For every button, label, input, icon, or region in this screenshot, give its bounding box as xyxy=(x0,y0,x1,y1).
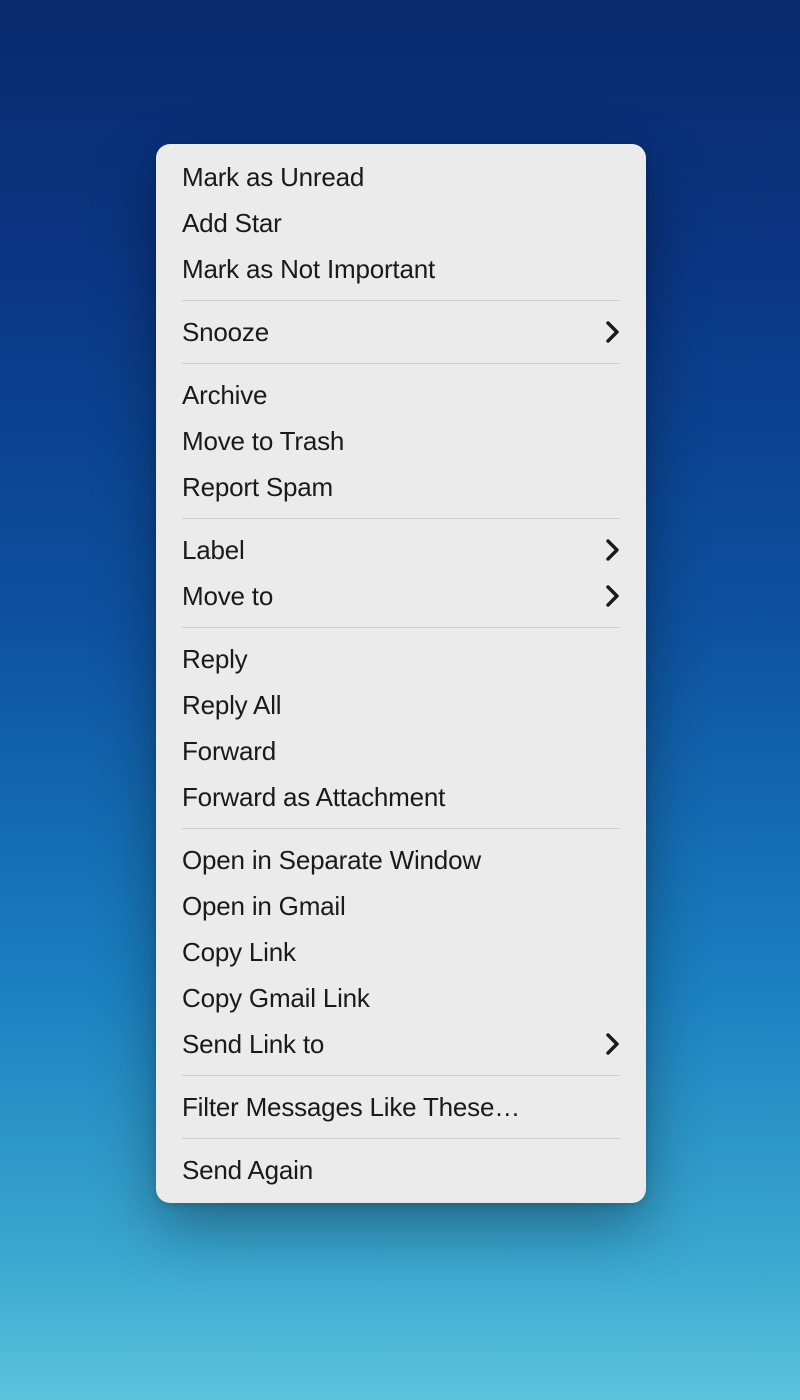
menu-item-label: Filter Messages Like These… xyxy=(182,1092,620,1123)
menu-item-label: Report Spam xyxy=(182,472,620,503)
menu-item-forward[interactable]: Forward xyxy=(182,728,620,774)
chevron-right-icon xyxy=(606,585,620,607)
menu-separator xyxy=(182,300,620,301)
menu-item-label: Send Again xyxy=(182,1155,620,1186)
menu-item-add-star[interactable]: Add Star xyxy=(182,200,620,246)
menu-item-open-in-gmail[interactable]: Open in Gmail xyxy=(182,883,620,929)
menu-separator xyxy=(182,1075,620,1076)
menu-item-label: Open in Gmail xyxy=(182,891,620,922)
menu-item-label: Move to Trash xyxy=(182,426,620,457)
menu-group: Label Move to xyxy=(156,527,646,619)
menu-group: Snooze xyxy=(156,309,646,355)
menu-item-label[interactable]: Label xyxy=(182,527,620,573)
menu-group: Mark as Unread Add Star Mark as Not Impo… xyxy=(156,154,646,292)
menu-item-label: Open in Separate Window xyxy=(182,845,620,876)
menu-group: Open in Separate Window Open in Gmail Co… xyxy=(156,837,646,1067)
menu-item-label-text: Label xyxy=(182,535,606,566)
menu-separator xyxy=(182,828,620,829)
menu-separator xyxy=(182,1138,620,1139)
chevron-right-icon xyxy=(606,539,620,561)
menu-item-label: Archive xyxy=(182,380,620,411)
menu-item-reply-all[interactable]: Reply All xyxy=(182,682,620,728)
menu-item-copy-gmail-link[interactable]: Copy Gmail Link xyxy=(182,975,620,1021)
menu-item-label: Mark as Unread xyxy=(182,162,620,193)
menu-item-copy-link[interactable]: Copy Link xyxy=(182,929,620,975)
menu-item-label: Move to xyxy=(182,581,606,612)
menu-item-label: Copy Gmail Link xyxy=(182,983,620,1014)
menu-item-label: Snooze xyxy=(182,317,606,348)
menu-item-move-to-trash[interactable]: Move to Trash xyxy=(182,418,620,464)
menu-group: Reply Reply All Forward Forward as Attac… xyxy=(156,636,646,820)
menu-separator xyxy=(182,627,620,628)
menu-group: Send Again xyxy=(156,1147,646,1193)
menu-group: Archive Move to Trash Report Spam xyxy=(156,372,646,510)
menu-item-label: Reply xyxy=(182,644,620,675)
menu-separator xyxy=(182,363,620,364)
menu-item-filter-messages-like-these[interactable]: Filter Messages Like These… xyxy=(182,1084,620,1130)
menu-item-send-link-to[interactable]: Send Link to xyxy=(182,1021,620,1067)
menu-item-label: Mark as Not Important xyxy=(182,254,620,285)
menu-item-report-spam[interactable]: Report Spam xyxy=(182,464,620,510)
menu-item-reply[interactable]: Reply xyxy=(182,636,620,682)
menu-item-forward-as-attachment[interactable]: Forward as Attachment xyxy=(182,774,620,820)
menu-item-move-to[interactable]: Move to xyxy=(182,573,620,619)
menu-item-label: Copy Link xyxy=(182,937,620,968)
menu-item-open-in-separate-window[interactable]: Open in Separate Window xyxy=(182,837,620,883)
menu-separator xyxy=(182,518,620,519)
menu-item-label: Add Star xyxy=(182,208,620,239)
menu-item-mark-as-unread[interactable]: Mark as Unread xyxy=(182,154,620,200)
chevron-right-icon xyxy=(606,321,620,343)
menu-item-label: Reply All xyxy=(182,690,620,721)
menu-item-send-again[interactable]: Send Again xyxy=(182,1147,620,1193)
menu-item-label: Forward as Attachment xyxy=(182,782,620,813)
menu-item-archive[interactable]: Archive xyxy=(182,372,620,418)
menu-item-mark-as-not-important[interactable]: Mark as Not Important xyxy=(182,246,620,292)
context-menu: Mark as Unread Add Star Mark as Not Impo… xyxy=(156,144,646,1203)
menu-item-label: Send Link to xyxy=(182,1029,606,1060)
menu-group: Filter Messages Like These… xyxy=(156,1084,646,1130)
menu-item-label: Forward xyxy=(182,736,620,767)
chevron-right-icon xyxy=(606,1033,620,1055)
menu-item-snooze[interactable]: Snooze xyxy=(182,309,620,355)
